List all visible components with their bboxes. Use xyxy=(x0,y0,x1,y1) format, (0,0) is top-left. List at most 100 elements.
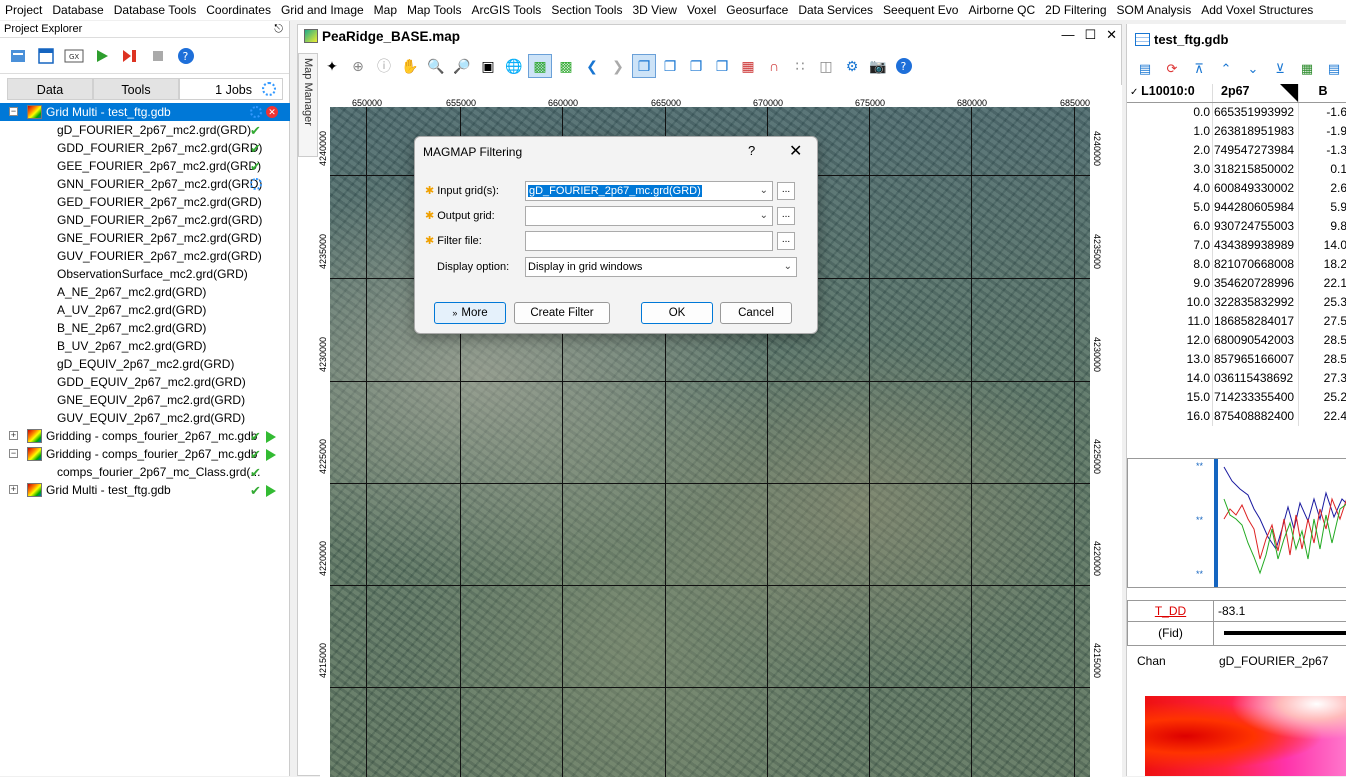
table-row[interactable]: 16.0 875408882400 22.4 xyxy=(1127,407,1346,426)
table-cell[interactable]: 27.3 xyxy=(1299,369,1346,388)
table-cell[interactable]: 27.5 xyxy=(1299,312,1346,331)
table-row[interactable]: 14.0 036115438692 27.3 xyxy=(1127,369,1346,388)
tree-item[interactable]: − Grid Multi - test_ftg.gdb ✕ xyxy=(0,103,290,121)
table-cell[interactable]: 28.5 xyxy=(1299,350,1346,369)
tree-item[interactable]: A_NE_2p67_mc2.grd(GRD) xyxy=(0,283,290,301)
db-up-icon[interactable]: ⌃ xyxy=(1214,61,1238,77)
globe-icon[interactable]: 🌐 xyxy=(502,54,526,78)
db-last-icon[interactable]: ⊻ xyxy=(1268,61,1292,77)
menu-item[interactable]: Voxel xyxy=(682,3,721,17)
zoom-extent-icon[interactable]: ▣ xyxy=(476,54,500,78)
collapse-icon[interactable]: − xyxy=(9,449,18,458)
table-cell[interactable]: 22.4 xyxy=(1299,407,1346,426)
window-icon[interactable] xyxy=(34,44,58,68)
db-grid-icon[interactable]: ▦ xyxy=(1295,61,1319,77)
help-icon[interactable]: ? xyxy=(174,44,198,68)
tree-item[interactable]: GNE_EQUIV_2p67_mc2.grd(GRD) xyxy=(0,391,290,409)
table-cell[interactable]: -1.6 xyxy=(1299,103,1346,122)
dialog-close-icon[interactable]: ✕ xyxy=(789,141,802,161)
table-row[interactable]: 7.0 434389938989 14.0 xyxy=(1127,236,1346,255)
map-layer2-icon[interactable]: ▩ xyxy=(554,54,578,78)
table-cell[interactable]: 4.0 xyxy=(1127,179,1213,198)
tree-item[interactable]: B_NE_2p67_mc2.grd(GRD) xyxy=(0,319,290,337)
view-icon[interactable]: ❐ xyxy=(632,54,656,78)
play-icon[interactable] xyxy=(266,449,276,461)
db-view-icon[interactable]: ▤ xyxy=(1322,61,1346,77)
table-cell[interactable]: 5.9 xyxy=(1299,198,1346,217)
table-cell[interactable]: 2.0 xyxy=(1127,141,1213,160)
tree-item[interactable]: comps_fourier_2p67_mc_Class.grd(... ✔ xyxy=(0,463,290,481)
table-cell[interactable]: 9.0 xyxy=(1127,274,1213,293)
table-cell[interactable]: 0.1 xyxy=(1299,160,1346,179)
input-grid-select[interactable]: gD_FOURIER_2p67_mc.grd(GRD) ⌄ xyxy=(525,181,773,201)
t-dd-value[interactable]: -83.1 xyxy=(1214,601,1245,621)
tree-item[interactable]: A_UV_2p67_mc2.grd(GRD) xyxy=(0,301,290,319)
select-tool-icon[interactable]: ✦ xyxy=(320,54,344,78)
table-row[interactable]: 0.0 665351993992 -1.6 xyxy=(1127,103,1346,122)
table-cell[interactable]: 1.0 xyxy=(1127,122,1213,141)
zoom-in-icon[interactable]: 🔍 xyxy=(424,54,448,78)
tree-item[interactable]: GUV_EQUIV_2p67_mc2.grd(GRD) xyxy=(0,409,290,427)
run-icon[interactable] xyxy=(90,44,114,68)
line-column-header[interactable]: ✓ L10010:0 xyxy=(1127,84,1213,102)
magnet-icon[interactable]: ∩ xyxy=(762,54,786,78)
color-palette-icon[interactable]: ▦ xyxy=(736,54,760,78)
table-row[interactable]: 4.0 600849330002 2.6 xyxy=(1127,179,1346,198)
info-icon[interactable]: ⓘ xyxy=(372,54,396,78)
menu-item[interactable]: Map xyxy=(369,3,402,17)
gx-icon[interactable]: GX xyxy=(62,44,86,68)
menu-item[interactable]: 3D View xyxy=(627,3,681,17)
play-icon[interactable] xyxy=(266,431,276,443)
table-cell[interactable]: 2.6 xyxy=(1299,179,1346,198)
table-row[interactable]: 11.0 186858284017 27.5 xyxy=(1127,312,1346,331)
table-cell[interactable]: 11.0 xyxy=(1127,312,1213,331)
run-all-icon[interactable] xyxy=(118,44,142,68)
table-cell[interactable]: 25.2 xyxy=(1299,388,1346,407)
tree-item[interactable]: + Grid Multi - test_ftg.gdb ✔ xyxy=(0,481,290,499)
table-cell[interactable]: 434389938989 xyxy=(1213,236,1299,255)
view2-icon[interactable]: ❐ xyxy=(658,54,682,78)
menu-item[interactable]: Seequent Evo xyxy=(878,3,963,17)
table-cell[interactable]: -1.9 xyxy=(1299,122,1346,141)
table-row[interactable]: 8.0 821070668008 18.2 xyxy=(1127,255,1346,274)
output-grid-select[interactable]: ⌄ xyxy=(525,206,773,226)
table-row[interactable]: 9.0 354620728996 22.1 xyxy=(1127,274,1346,293)
channel-2p67-header[interactable]: 2p67 xyxy=(1213,84,1299,102)
map-help-icon[interactable]: ? xyxy=(892,54,916,78)
menu-item[interactable]: Database xyxy=(47,3,108,17)
table-cell[interactable]: 16.0 xyxy=(1127,407,1213,426)
menu-item[interactable]: Add Voxel Structures xyxy=(1196,3,1318,17)
table-cell[interactable]: 12.0 xyxy=(1127,331,1213,350)
table-cell[interactable]: 13.0 xyxy=(1127,350,1213,369)
collapse-icon[interactable]: − xyxy=(9,107,18,116)
camera-icon[interactable]: 📷 xyxy=(866,54,890,78)
display-option-select[interactable]: Display in grid windows ⌄ xyxy=(525,257,797,277)
crosshair-icon[interactable]: ⊕ xyxy=(346,54,370,78)
menu-item[interactable]: Grid and Image xyxy=(276,3,369,17)
table-cell[interactable]: 821070668008 xyxy=(1213,255,1299,274)
tab-data[interactable]: Data xyxy=(7,78,93,100)
menu-item[interactable]: Database Tools xyxy=(109,3,202,17)
tab-tools[interactable]: Tools xyxy=(93,78,179,100)
grid-dots-icon[interactable]: ∷ xyxy=(788,54,812,78)
dialog-help-button[interactable]: ? xyxy=(748,143,755,158)
profile-cursor[interactable] xyxy=(1214,459,1218,587)
input-grid-browse-button[interactable]: ... xyxy=(777,182,795,200)
tree-item[interactable]: + Gridding - comps_fourier_2p67_mc.gdb ✔ xyxy=(0,427,290,445)
table-cell[interactable]: 665351993992 xyxy=(1213,103,1299,122)
tree-item[interactable]: gD_FOURIER_2p67_mc2.grd(GRD) ✔ xyxy=(0,121,290,139)
pan-hand-icon[interactable]: ✋ xyxy=(398,54,422,78)
table-cell[interactable]: 28.5 xyxy=(1299,331,1346,350)
menu-item[interactable]: Map Tools xyxy=(402,3,466,17)
menu-item[interactable]: SOM Analysis xyxy=(1112,3,1197,17)
table-cell[interactable]: 25.3 xyxy=(1299,293,1346,312)
table-cell[interactable]: 186858284017 xyxy=(1213,312,1299,331)
create-filter-button[interactable]: Create Filter xyxy=(514,302,610,324)
db-save-icon[interactable]: ▤ xyxy=(1133,61,1157,77)
tree-item[interactable]: GNE_FOURIER_2p67_mc2.grd(GRD) xyxy=(0,229,290,247)
tree-item[interactable]: gD_EQUIV_2p67_mc2.grd(GRD) xyxy=(0,355,290,373)
zoom-icon[interactable]: 🔎 xyxy=(450,54,474,78)
tree-item[interactable]: GUV_FOURIER_2p67_mc2.grd(GRD) xyxy=(0,247,290,265)
menu-item[interactable]: Section Tools xyxy=(546,3,627,17)
table-cell[interactable]: -1.3 xyxy=(1299,141,1346,160)
